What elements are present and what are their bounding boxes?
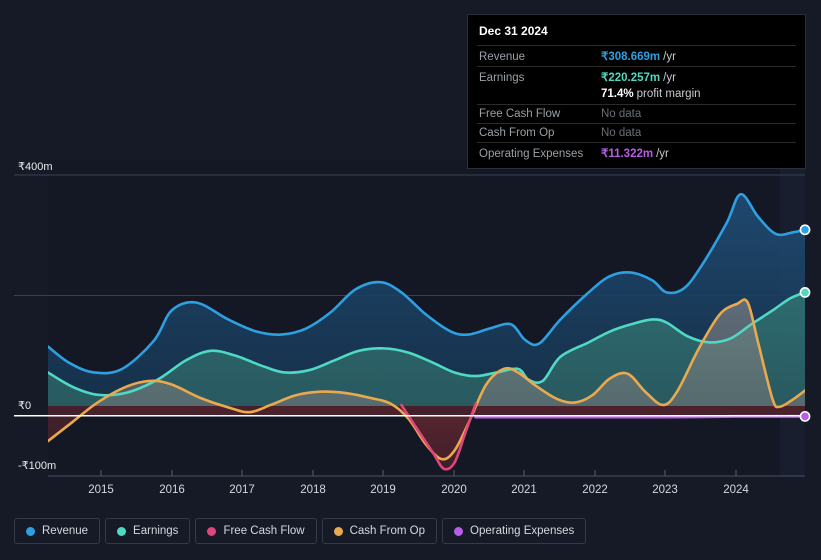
x-axis-label-2015: 2015 <box>88 484 114 496</box>
tooltip-date: Dec 31 2024 <box>479 24 548 38</box>
tooltip-row-unit: /yr <box>663 72 676 84</box>
tooltip-rows: Revenue ₹308.669m/yr Earnings ₹220.257m/yr 7… <box>477 45 796 163</box>
chart-legend[interactable]: Revenue Earnings Free Cash Flow Cash From O… <box>14 518 587 544</box>
tooltip-row-value: ₹220.257m <box>601 72 661 84</box>
legend-item-label: Revenue <box>42 525 89 537</box>
x-axis-label-2021: 2021 <box>511 484 537 496</box>
legend-item-cash-from-op[interactable]: Cash From Op <box>321 518 438 544</box>
tooltip-row-cash-from-op: Cash From Op No data <box>477 123 796 142</box>
legend-item-operating-expenses[interactable]: Operating Expenses <box>442 518 587 544</box>
x-axis-label-2020: 2020 <box>441 484 467 496</box>
y-axis-label-1: ₹0 <box>18 400 32 412</box>
tooltip-row-label: Free Cash Flow <box>479 108 561 120</box>
legend-item-label: Cash From Op <box>349 525 426 537</box>
x-axis-label-2018: 2018 <box>300 484 326 496</box>
endpoint-revenue <box>799 224 811 236</box>
legend-item-revenue[interactable]: Revenue <box>14 518 101 544</box>
tooltip-row-label: Operating Expenses <box>479 148 584 160</box>
legend-item-label: Operating Expenses <box>470 525 575 537</box>
legend-item-label: Free Cash Flow <box>223 525 305 537</box>
legend-color-dot-icon <box>207 526 217 536</box>
tooltip-profit-margin-row: 71.4% profit margin <box>477 87 796 104</box>
tooltip-margin-label: profit margin <box>636 88 701 100</box>
legend-item-label: Earnings <box>133 525 179 537</box>
tooltip-row-label: Revenue <box>479 51 526 63</box>
x-axis-label-2017: 2017 <box>229 484 255 496</box>
tooltip-row-value: ₹308.669m <box>601 51 661 63</box>
endpoint-earnings <box>799 286 811 298</box>
tooltip-row-label: Earnings <box>479 72 525 84</box>
legend-item-free-cash-flow[interactable]: Free Cash Flow <box>195 518 317 544</box>
tooltip-row-operating-expenses: Operating Expenses ₹11.322m/yr <box>477 142 796 163</box>
tooltip-row-label: Cash From Op <box>479 127 555 139</box>
y-axis-label-2: -₹100m <box>18 460 57 472</box>
tooltip-row-free-cash-flow: Free Cash Flow No data <box>477 104 796 123</box>
x-axis-label-2022: 2022 <box>582 484 608 496</box>
y-axis-label-0: ₹400m <box>18 161 53 173</box>
tooltip-row-revenue: Revenue ₹308.669m/yr <box>477 45 796 66</box>
legend-color-dot-icon <box>333 526 343 536</box>
tooltip-row-earnings: Earnings ₹220.257m/yr <box>477 66 796 87</box>
endpoint-operating-expenses <box>799 411 811 422</box>
legend-color-dot-icon <box>26 526 35 536</box>
tooltip-row-value: No data <box>601 127 642 139</box>
x-axis-label-2016: 2016 <box>159 484 185 496</box>
financial-chart: ₹400m ₹0 -₹100m 2015 2016 2017 2018 2019 2020 20… <box>0 0 821 560</box>
legend-color-dot-icon <box>117 526 127 536</box>
legend-color-dot-icon <box>454 526 464 536</box>
chart-tooltip: Dec 31 2024 Revenue ₹308.669m/yr Earnings ₹… <box>467 14 806 169</box>
tooltip-row-value: ₹11.322m <box>601 148 654 160</box>
tooltip-row-unit: /yr <box>663 51 676 63</box>
tooltip-row-unit: /yr <box>656 148 669 160</box>
legend-item-earnings[interactable]: Earnings <box>105 518 191 544</box>
tooltip-margin-value: 71.4% <box>601 88 634 100</box>
x-axis-label-2019: 2019 <box>370 484 396 496</box>
x-axis-label-2024: 2024 <box>723 484 749 496</box>
tooltip-row-value: No data <box>601 108 642 120</box>
x-axis-label-2023: 2023 <box>652 484 678 496</box>
